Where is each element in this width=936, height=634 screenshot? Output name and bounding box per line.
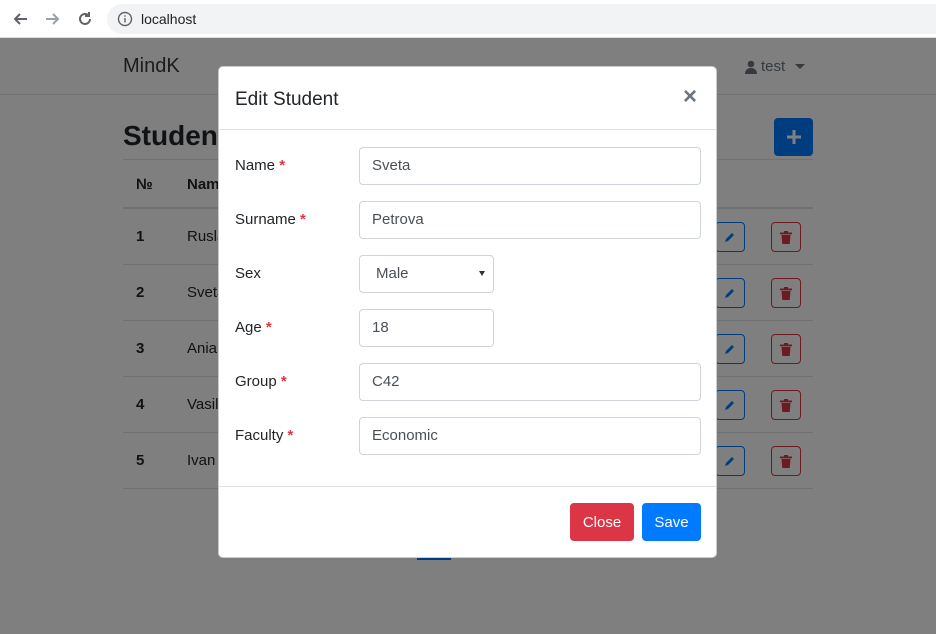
required-marker: * [265,319,272,336]
back-arrow-icon[interactable] [8,7,32,31]
reload-icon[interactable] [73,7,97,31]
sex-select[interactable]: Male [359,255,494,293]
required-marker: * [300,211,306,228]
modal-header: Edit Student × [219,67,716,130]
modal-footer: Close Save [219,486,716,558]
required-marker: * [279,157,286,174]
surname-field[interactable]: Petrova [359,201,701,239]
group-label: Group * [235,373,287,390]
modal-title: Edit Student [235,89,339,110]
browser-toolbar: localhost [0,0,936,38]
sex-value: Male [376,265,409,282]
forward-arrow-icon[interactable] [41,7,65,31]
edit-student-modal: Edit Student × Name * Sveta Surname * Pe… [218,66,717,558]
url-text: localhost [141,11,197,27]
sex-label: Sex [235,265,261,282]
required-marker: * [280,373,287,390]
close-button[interactable]: Close [570,503,634,541]
info-icon[interactable] [117,11,133,27]
group-field[interactable]: C42 [359,363,701,401]
faculty-label: Faculty * [235,427,294,444]
address-bar[interactable]: localhost [107,4,936,34]
age-field[interactable]: 18 [359,309,494,347]
close-icon[interactable]: × [683,85,697,109]
name-label: Name * [235,157,286,174]
save-button[interactable]: Save [642,503,701,541]
faculty-field[interactable]: Economic [359,417,701,455]
dropdown-arrow-icon [479,271,485,276]
required-marker: * [287,427,294,444]
name-field[interactable]: Sveta [359,147,701,185]
age-label: Age * [235,319,272,336]
surname-label: Surname * [235,211,306,228]
